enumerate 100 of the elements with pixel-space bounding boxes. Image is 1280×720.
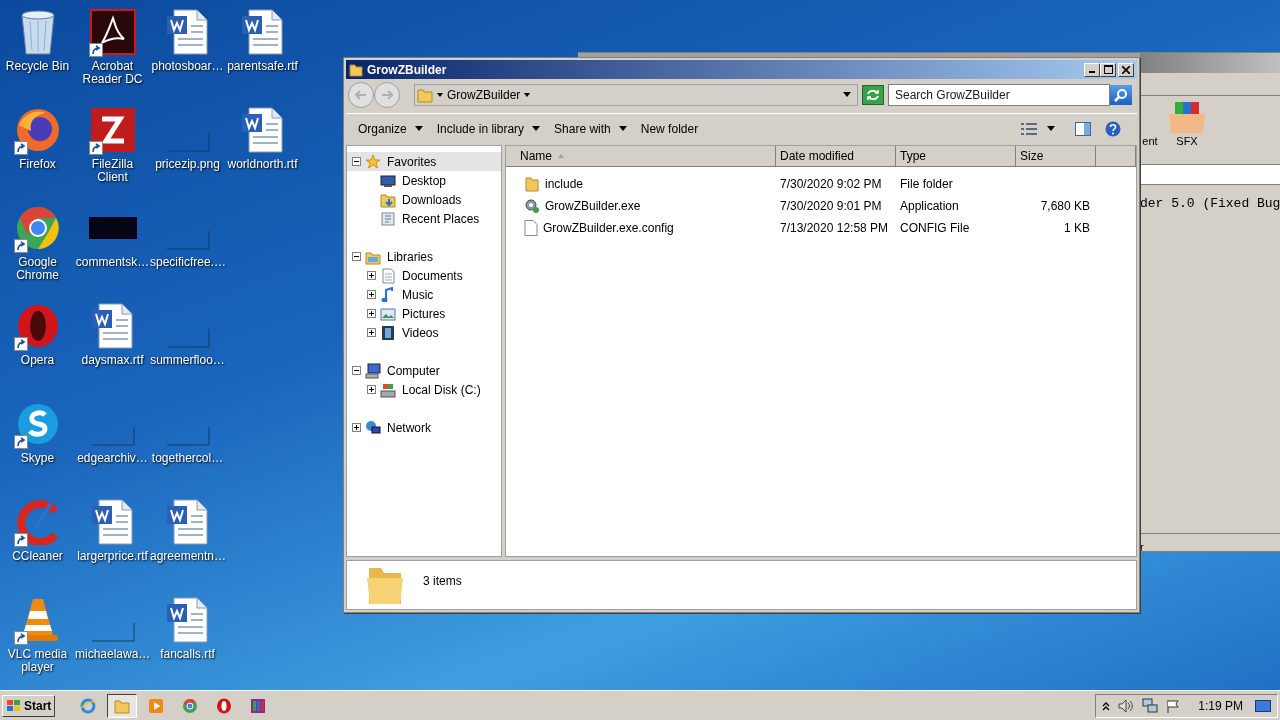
document-icon[interactable] <box>164 9 211 55</box>
expand-icon[interactable] <box>367 290 376 299</box>
icon-label[interactable]: Skype <box>0 452 75 465</box>
tree-item[interactable]: Favorites <box>347 152 501 171</box>
icon-label[interactable]: togethercol… <box>150 452 225 465</box>
expand-icon[interactable] <box>352 423 361 432</box>
tree-item[interactable]: Local Disk (C:) <box>347 380 501 399</box>
app-icon[interactable] <box>89 107 136 153</box>
input-field[interactable] <box>1140 165 1280 185</box>
collapse-icon[interactable] <box>352 252 361 261</box>
icon-label[interactable]: edgearchiv… <box>75 452 150 465</box>
search-button[interactable] <box>1110 85 1132 105</box>
tree-item[interactable]: Documents <box>347 266 501 285</box>
network-icon[interactable] <box>1142 697 1159 714</box>
tree-item[interactable]: Desktop <box>347 171 501 190</box>
preview-pane-icon[interactable] <box>1075 121 1091 136</box>
address-bar[interactable]: GrowZBuilder <box>414 84 858 106</box>
collapse-icon[interactable] <box>352 157 361 166</box>
close-button[interactable] <box>1118 62 1134 77</box>
document-icon[interactable] <box>89 499 136 545</box>
document-icon[interactable] <box>239 9 286 55</box>
icon-label[interactable]: summerfloo… <box>150 354 225 367</box>
icon-label[interactable]: Acrobat Reader DC <box>75 60 150 86</box>
document-icon[interactable] <box>164 499 211 545</box>
tree-item[interactable]: Videos <box>347 323 501 342</box>
column-header[interactable]: Size <box>1016 146 1096 166</box>
icon-label[interactable]: Opera <box>0 354 75 367</box>
speaker-icon[interactable] <box>1118 698 1135 713</box>
toolbar-button[interactable]: SFX <box>1166 100 1208 148</box>
tree-item[interactable]: Network <box>347 418 501 437</box>
browser-icon[interactable] <box>14 205 61 251</box>
file-name[interactable]: GrowZBuilder.exe.config <box>543 219 674 237</box>
search-field[interactable]: Search GrowZBuilder <box>888 84 1110 106</box>
shortcut-arrow-icon <box>13 141 28 155</box>
icon-label[interactable]: FileZilla Client <box>75 158 150 184</box>
clock[interactable]: 1:19 PM <box>1198 696 1243 715</box>
toolbar-button[interactable]: ent <box>1140 100 1160 148</box>
folder-icon <box>417 87 433 103</box>
column-header[interactable]: Date modified <box>776 146 896 166</box>
document-icon[interactable] <box>89 303 136 349</box>
icon-label[interactable]: Firefox <box>0 158 75 171</box>
expand-icon[interactable] <box>367 309 376 318</box>
icon-label[interactable]: pricezip.png <box>150 158 225 171</box>
tree-item[interactable]: Music <box>347 285 501 304</box>
tree-item[interactable]: Computer <box>347 361 501 380</box>
refresh-icon <box>866 89 880 101</box>
icon-label[interactable]: worldnorth.rtf <box>225 158 300 171</box>
icon-label[interactable]: photosboar… <box>150 60 225 73</box>
flag-icon[interactable] <box>1166 698 1181 713</box>
icon-label[interactable]: fancalls.rtf <box>150 648 225 661</box>
icon-label[interactable]: michaelawa… <box>75 648 150 661</box>
taskbar-button[interactable] <box>107 693 138 718</box>
expand-icon[interactable] <box>367 328 376 337</box>
icon-label[interactable]: VLC media player <box>0 648 75 674</box>
thumbnail-icon[interactable] <box>88 217 137 239</box>
command-button[interactable]: Organize <box>352 117 429 140</box>
folder-icon <box>349 62 363 77</box>
command-button[interactable]: New folder <box>634 117 705 140</box>
start-button[interactable]: Start <box>2 694 56 717</box>
caret-icon[interactable] <box>1047 126 1055 131</box>
tree-item[interactable]: Libraries <box>347 247 501 266</box>
minimize-button[interactable] <box>1084 62 1100 77</box>
shortcut-arrow-icon <box>13 337 28 351</box>
document-icon[interactable] <box>164 597 211 643</box>
icon-label[interactable]: Google Chrome <box>0 256 75 282</box>
tree-item[interactable]: Pictures <box>347 304 501 323</box>
dropdown-arrow-icon[interactable] <box>843 92 851 98</box>
expand-icon[interactable] <box>367 271 376 280</box>
icon-label[interactable]: specificfree.… <box>150 256 225 269</box>
icon-label[interactable]: agreementn… <box>150 550 225 563</box>
icon-label[interactable]: daysmax.rtf <box>75 354 150 367</box>
tree-item[interactable]: Recent Places <box>347 209 501 228</box>
shortcut-arrow-icon <box>88 141 103 155</box>
icon-label[interactable]: CCleaner <box>0 550 75 563</box>
chevron-up-icon[interactable] <box>1102 700 1111 711</box>
search-icon <box>1114 88 1128 102</box>
forward-arrow-icon <box>381 90 393 100</box>
collapse-icon[interactable] <box>352 366 361 375</box>
app-icon[interactable] <box>89 9 136 55</box>
column-header[interactable]: Name <box>506 146 776 166</box>
browser-icon[interactable] <box>14 107 61 153</box>
caret-icon <box>524 92 531 98</box>
command-button[interactable]: Share with <box>548 117 633 140</box>
app-icon[interactable] <box>14 499 61 545</box>
file-name[interactable]: GrowZBuilder.exe <box>545 197 641 215</box>
command-button[interactable]: Include in library <box>430 117 547 140</box>
icon-label[interactable]: largerprice.rtf <box>75 550 150 563</box>
icon-label[interactable]: Recycle Bin <box>0 60 75 73</box>
help-icon[interactable] <box>1105 120 1121 137</box>
document-icon[interactable] <box>239 107 286 153</box>
tree-item[interactable]: Downloads <box>347 190 501 209</box>
maximize-button[interactable] <box>1100 62 1116 77</box>
view-options-icon[interactable] <box>1021 122 1037 135</box>
refresh-button[interactable] <box>862 85 884 105</box>
expand-icon[interactable] <box>367 385 376 394</box>
column-header[interactable]: Type <box>896 146 1016 166</box>
file-name[interactable]: include <box>545 175 584 193</box>
icon-label[interactable]: commentsk… <box>75 256 150 269</box>
icon-label[interactable]: parentsafe.rtf <box>225 60 300 73</box>
show-desktop-icon[interactable] <box>1255 698 1271 713</box>
